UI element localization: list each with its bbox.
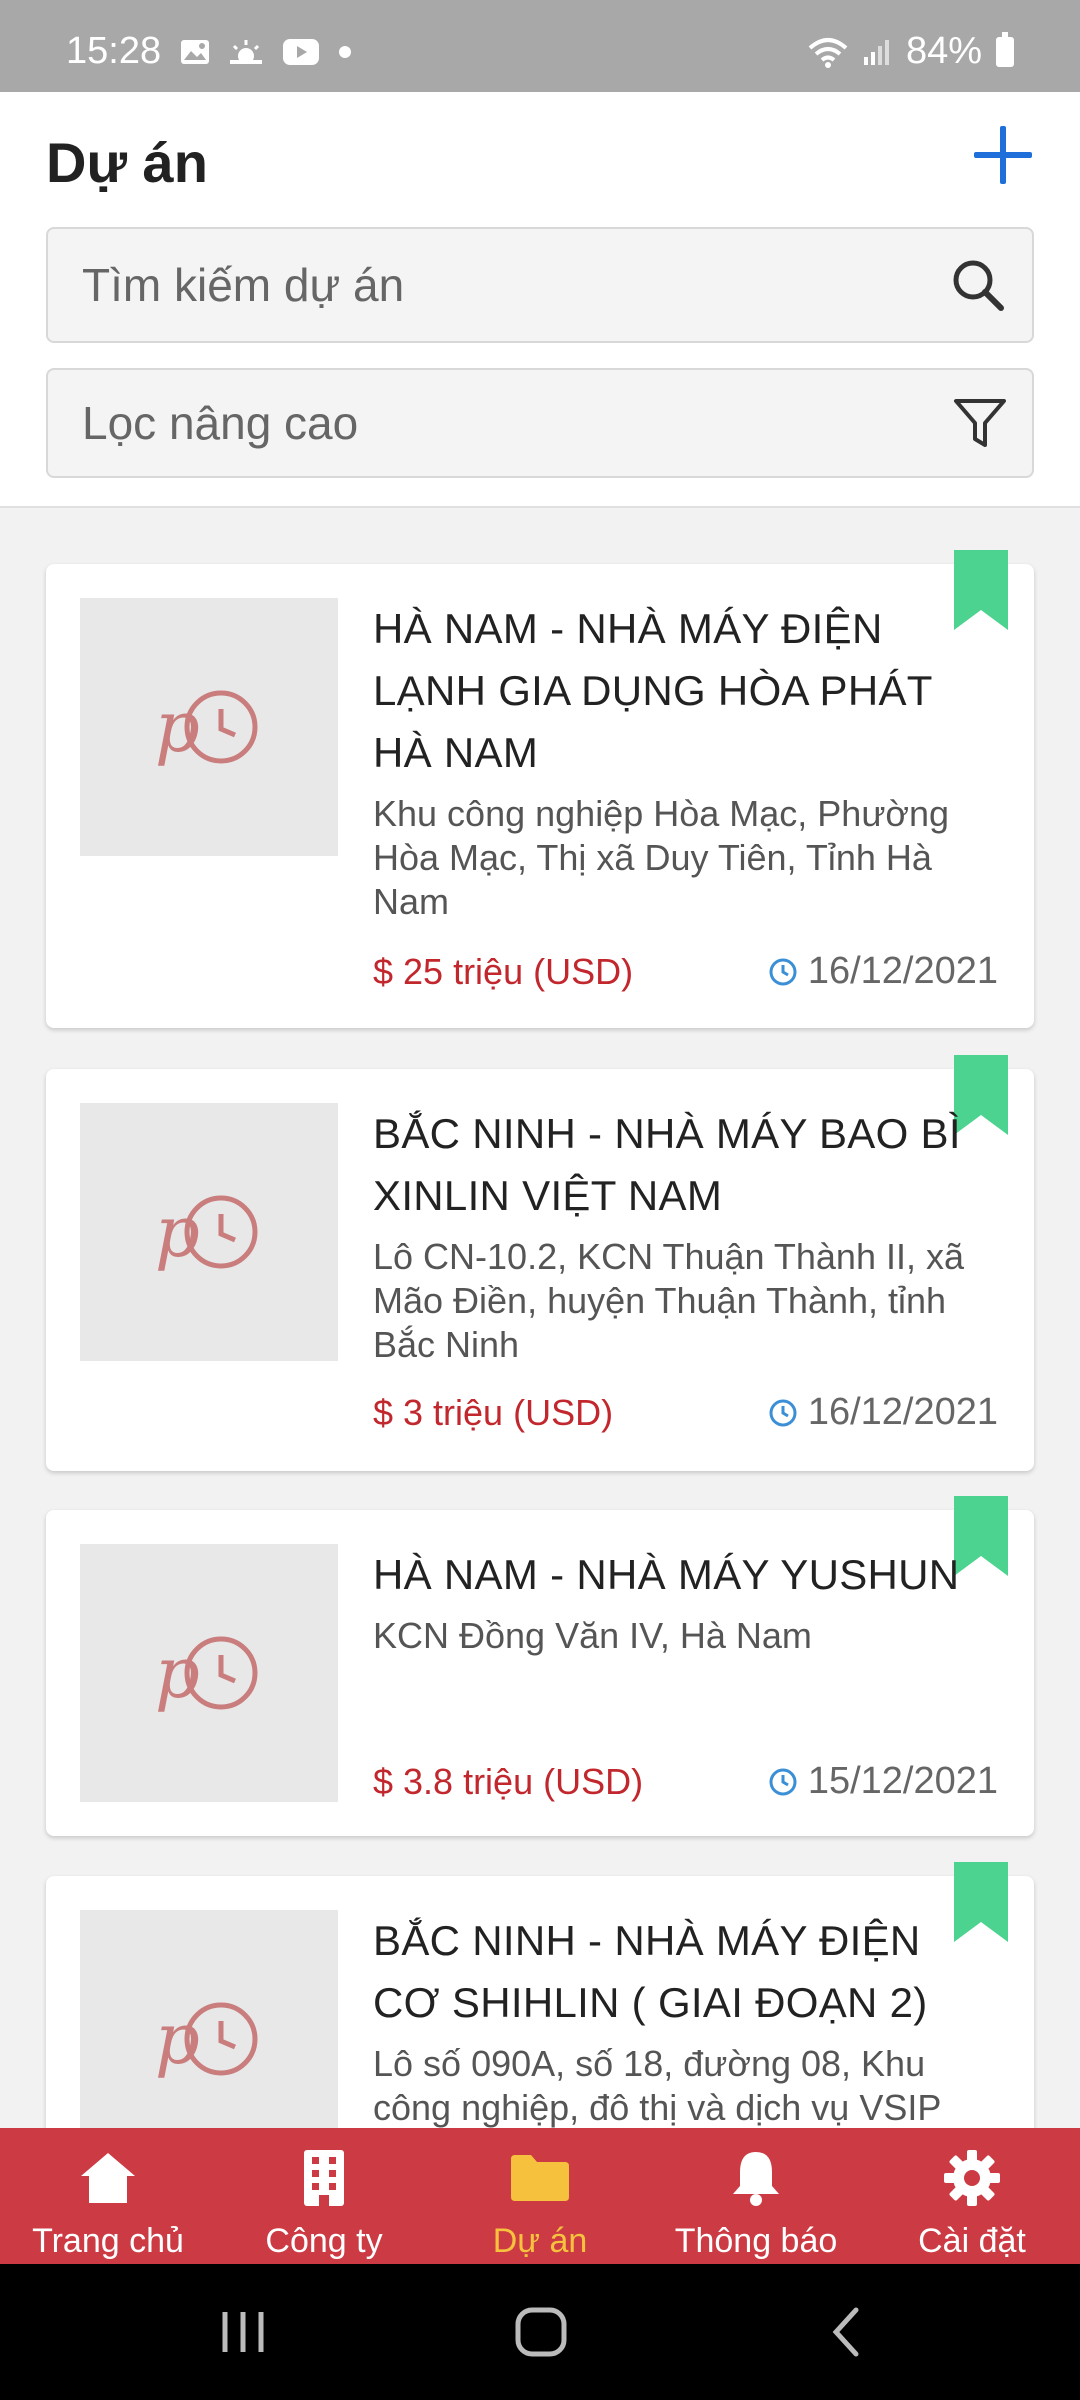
battery-level: 84%: [905, 30, 982, 72]
building-icon: [301, 2146, 347, 2210]
project-thumbnail: p: [80, 598, 338, 856]
nav-item-notifications[interactable]: Thông báo: [648, 2128, 864, 2264]
project-thumbnail: p: [80, 1544, 338, 1802]
status-time: 15:28: [66, 30, 162, 72]
project-card[interactable]: p BẮC NINH - NHÀ MÁY ĐIỆN CƠ SHIHLIN ( G…: [46, 1862, 1034, 2128]
nav-label: Công ty: [265, 2222, 383, 2260]
notification-icons: [180, 38, 352, 66]
status-bar: 15:28 84%: [0, 0, 1080, 92]
project-title: BẮC NINH - NHÀ MÁY ĐIỆN CƠ SHIHLIN ( GIA…: [373, 1917, 928, 2026]
project-card[interactable]: p HÀ NAM - NHÀ MÁY YUSHUN KCN Đồng Văn I…: [46, 1496, 1034, 1836]
project-list[interactable]: p HÀ NAM - NHÀ MÁY ĐIỆN LẠNH GIA DỤNG HÒ…: [0, 510, 1080, 2128]
filter-icon[interactable]: [952, 395, 1008, 451]
weather-icon: [230, 40, 262, 64]
nav-item-settings[interactable]: Cài đặt: [864, 2128, 1080, 2264]
image-icon: [181, 40, 209, 64]
project-date: 15/12/2021: [768, 1760, 998, 1803]
nav-label: Trang chủ: [32, 2222, 184, 2260]
svg-text:p: p: [155, 1998, 200, 2080]
project-title: BẮC NINH - NHÀ MÁY BAO BÌ XINLIN VIỆT NA…: [373, 1110, 961, 1219]
advanced-filter-field[interactable]: Lọc nâng cao: [46, 368, 1034, 478]
project-title: HÀ NAM - NHÀ MÁY ĐIỆN LẠNH GIA DỤNG HÒA …: [373, 605, 932, 776]
header: Dự án Tìm kiếm dự án Lọc nâng cao: [0, 92, 1080, 508]
recent-apps-icon[interactable]: [215, 2304, 271, 2360]
signal-icon: [863, 39, 889, 65]
bottom-nav: Trang chủ Công ty Dự án Thông báo Cài đặ…: [0, 2128, 1080, 2264]
nav-label: Thông báo: [674, 2222, 838, 2260]
status-right: 84%: [808, 30, 1014, 73]
back-icon[interactable]: [826, 2304, 866, 2360]
project-thumbnail: p: [80, 1910, 338, 2128]
folder-icon: [509, 2146, 571, 2210]
dot-icon: [339, 46, 351, 58]
project-address: Lô CN-10.2, KCN Thuận Thành II, xã Mão Đ…: [373, 1236, 964, 1365]
project-investment: $ 3.8 triệu (USD): [373, 1760, 644, 1802]
project-card[interactable]: p HÀ NAM - NHÀ MÁY ĐIỆN LẠNH GIA DỤNG HÒ…: [46, 550, 1034, 1028]
project-address: Lô số 090A, số 18, đường 08, Khu công ng…: [373, 2043, 942, 2128]
clock-icon: [769, 1399, 797, 1426]
nav-label: Cài đặt: [918, 2222, 1026, 2260]
project-date-text: 15/12/2021: [807, 1760, 998, 1802]
home-button-icon[interactable]: [512, 2304, 572, 2360]
search-placeholder: Tìm kiếm dự án: [82, 259, 405, 311]
wifi-icon: [808, 37, 848, 68]
nav-item-home[interactable]: Trang chủ: [0, 2128, 216, 2264]
battery-icon: [996, 31, 1014, 67]
project-date: 16/12/2021: [768, 1391, 998, 1434]
nav-label: Dự án: [492, 2222, 588, 2260]
clock-icon: [769, 1768, 797, 1795]
project-address: Khu công nghiệp Hòa Mạc, Phường Hòa Mạc,…: [373, 793, 950, 922]
filter-label: Lọc nâng cao: [82, 397, 359, 449]
search-icon[interactable]: [948, 255, 1008, 315]
system-nav-bar: [0, 2264, 1080, 2400]
project-address: KCN Đồng Văn IV, Hà Nam: [373, 1615, 812, 1656]
project-title: HÀ NAM - NHÀ MÁY YUSHUN: [373, 1551, 960, 1598]
logo-placeholder-icon: p: [155, 686, 258, 768]
nav-item-company[interactable]: Công ty: [216, 2128, 432, 2264]
svg-text:p: p: [155, 686, 200, 768]
project-date: 16/12/2021: [768, 950, 998, 993]
search-input[interactable]: Tìm kiếm dự án: [46, 227, 1034, 343]
logo-placeholder-icon: p: [155, 1191, 258, 1273]
page-title: Dự án: [46, 131, 208, 194]
project-card[interactable]: p BẮC NINH - NHÀ MÁY BAO BÌ XINLIN VIỆT …: [46, 1055, 1034, 1471]
project-investment: $ 25 triệu (USD): [373, 950, 634, 992]
svg-text:p: p: [155, 1632, 200, 1714]
project-date-text: 16/12/2021: [807, 950, 998, 992]
bell-icon: [730, 2146, 782, 2210]
logo-placeholder-icon: p: [155, 1632, 258, 1714]
gear-icon: [943, 2146, 1001, 2210]
project-date-text: 16/12/2021: [807, 1391, 998, 1433]
youtube-icon: [283, 39, 319, 65]
project-thumbnail: p: [80, 1103, 338, 1361]
add-project-button[interactable]: [968, 120, 1038, 190]
project-investment: $ 3 triệu (USD): [373, 1391, 614, 1433]
nav-item-projects[interactable]: Dự án: [432, 2128, 648, 2264]
logo-placeholder-icon: p: [155, 1998, 258, 2080]
home-icon: [78, 2146, 138, 2210]
clock-icon: [769, 958, 797, 985]
svg-text:p: p: [155, 1191, 200, 1273]
